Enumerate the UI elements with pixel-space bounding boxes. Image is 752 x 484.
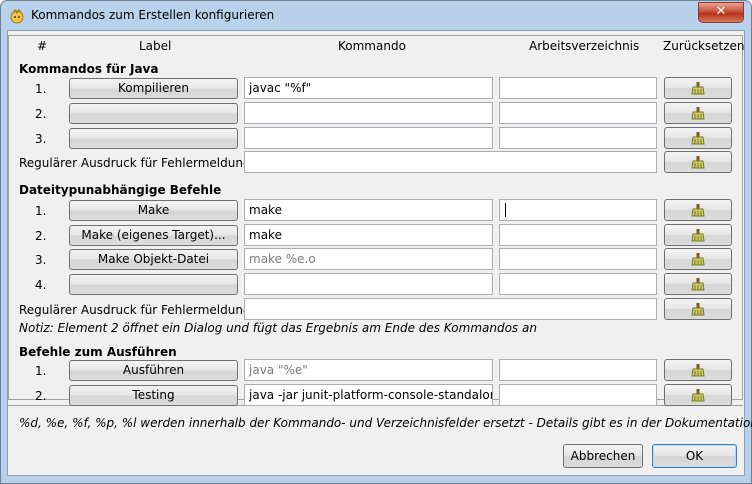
section-heading-independent: Dateitypunabhängige Befehle: [19, 183, 222, 197]
ok-button-text: OK: [685, 449, 704, 463]
workdir-field-java-2[interactable]: [499, 102, 657, 124]
label-button-text: Make: [137, 203, 170, 217]
broom-icon: [691, 82, 705, 95]
command-field-execute-2[interactable]: java -jar junit-platform-console-standal…: [244, 384, 493, 406]
row-number: 4.: [35, 278, 47, 292]
close-button[interactable]: ✕: [698, 2, 744, 23]
reset-button-independent-2[interactable]: [664, 224, 732, 246]
command-field-independent-3[interactable]: make %e.o: [244, 248, 493, 270]
section-heading-execute: Befehle zum Ausführen: [19, 345, 177, 359]
row-number: 1.: [35, 204, 47, 218]
placeholder-hint: %d, %e, %f, %p, %l werden innerhalb der …: [19, 416, 752, 430]
reset-button-java-2[interactable]: [664, 102, 732, 124]
reset-button-java-3[interactable]: [664, 127, 732, 149]
row-number: 3.: [35, 132, 47, 146]
col-header-label: Label: [139, 39, 172, 53]
command-field-independent-4[interactable]: [244, 273, 493, 295]
section-heading-java: Kommandos für Java: [19, 62, 159, 76]
label-button-independent-2[interactable]: Make (eigenes Target)...: [69, 225, 238, 246]
title-bar: Kommandos zum Erstellen konfigurieren ✕: [1, 1, 751, 29]
command-field-java-2[interactable]: [244, 102, 493, 124]
workdir-field-independent-1[interactable]: [499, 199, 657, 221]
label-button-execute-1[interactable]: Ausführen: [69, 360, 238, 381]
row-number: 2.: [35, 389, 47, 403]
row-number: 1.: [35, 364, 47, 378]
row-number: 2.: [35, 107, 47, 121]
workdir-field-independent-2[interactable]: [499, 224, 657, 246]
reset-button-execute-1[interactable]: [664, 359, 732, 381]
broom-icon: [691, 253, 705, 266]
regex-field-java[interactable]: [244, 151, 657, 173]
window-title: Kommandos zum Erstellen konfigurieren: [31, 8, 275, 22]
close-icon: ✕: [715, 4, 727, 19]
ok-button[interactable]: OK: [652, 444, 737, 468]
cancel-button[interactable]: Abbrechen: [563, 444, 643, 468]
broom-icon: [691, 156, 705, 169]
workdir-field-execute-1[interactable]: [499, 359, 657, 381]
row-number: 1.: [35, 82, 47, 96]
col-header-workdir: Arbeitsverzeichnis: [529, 39, 640, 53]
label-button-independent-4[interactable]: [69, 274, 238, 295]
col-header-reset: Zurücksetzen: [663, 39, 745, 53]
broom-icon: [691, 303, 705, 316]
col-header-command: Kommando: [338, 39, 406, 53]
broom-icon: [691, 364, 705, 377]
regex-label-independent: Regulärer Ausdruck für Fehlermeldungen:: [19, 303, 270, 317]
command-field-java-3[interactable]: [244, 127, 493, 149]
label-button-java-3[interactable]: [69, 128, 238, 149]
label-button-independent-1[interactable]: Make: [69, 200, 238, 221]
reset-button-regex-independent[interactable]: [664, 298, 732, 320]
reset-button-independent-1[interactable]: [664, 199, 732, 221]
command-field-java-1[interactable]: javac "%f": [244, 77, 493, 99]
broom-icon: [691, 389, 705, 402]
geany-icon: [10, 8, 24, 24]
label-button-execute-2[interactable]: Testing: [69, 385, 238, 406]
label-button-text: Testing: [132, 388, 175, 402]
row-number: 2.: [35, 229, 47, 243]
workdir-field-java-3[interactable]: [499, 127, 657, 149]
label-button-text: Make (eigenes Target)...: [81, 228, 226, 242]
label-button-independent-3[interactable]: Make Objekt-Datei: [69, 249, 238, 270]
reset-button-independent-3[interactable]: [664, 248, 732, 270]
text-cursor: [505, 203, 506, 217]
workdir-field-java-1[interactable]: [499, 77, 657, 99]
reset-button-java-1[interactable]: [664, 77, 732, 99]
broom-icon: [691, 132, 705, 145]
regex-field-independent[interactable]: [244, 298, 657, 320]
command-field-independent-2[interactable]: make: [244, 224, 493, 246]
label-button-text: Ausführen: [122, 363, 185, 377]
cancel-button-text: Abbrechen: [570, 449, 636, 463]
broom-icon: [691, 278, 705, 291]
regex-label-java: Regulärer Ausdruck für Fehlermeldungen:: [19, 156, 270, 170]
broom-icon: [691, 107, 705, 120]
workdir-field-independent-3[interactable]: [499, 248, 657, 270]
workdir-field-execute-2[interactable]: [499, 384, 657, 406]
command-field-execute-1[interactable]: java "%e": [244, 359, 493, 381]
label-button-text: Kompilieren: [118, 81, 189, 95]
label-button-java-2[interactable]: [69, 103, 238, 124]
broom-icon: [691, 229, 705, 242]
reset-button-independent-4[interactable]: [664, 273, 732, 295]
note-text: Notiz: Element 2 öffnet ein Dialog und f…: [19, 321, 537, 335]
col-header-num: #: [37, 39, 48, 53]
broom-icon: [691, 204, 705, 217]
reset-button-execute-2[interactable]: [664, 384, 732, 406]
label-button-text: Make Objekt-Datei: [97, 252, 210, 266]
label-button-java-1[interactable]: Kompilieren: [69, 78, 238, 99]
reset-button-regex-java[interactable]: [664, 151, 732, 173]
workdir-field-independent-4[interactable]: [499, 273, 657, 295]
row-number: 3.: [35, 253, 47, 267]
command-field-independent-1[interactable]: make: [244, 199, 493, 221]
